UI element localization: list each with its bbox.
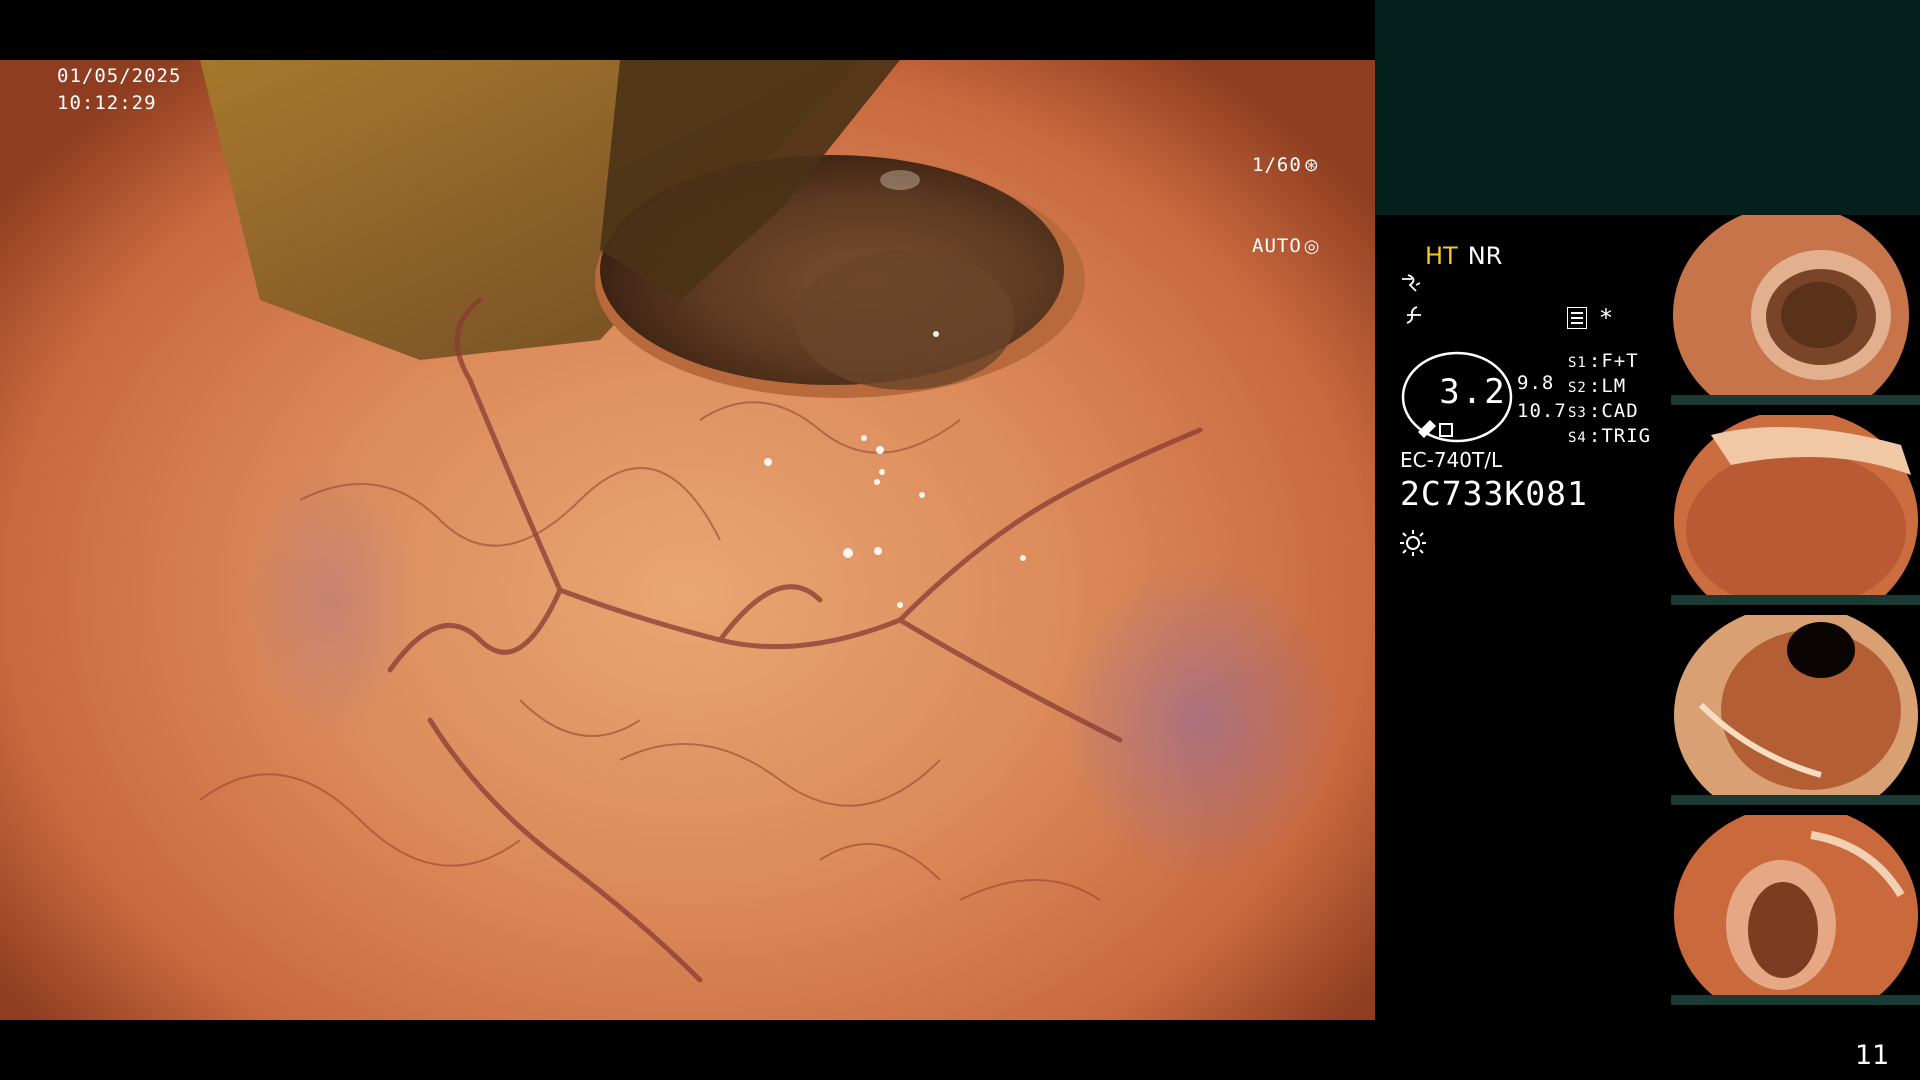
date-text: 01/05/2025 bbox=[57, 65, 182, 87]
settings-icon bbox=[1567, 307, 1587, 329]
exposure-info: 1/60 ⊛ AUTO ◎ bbox=[1252, 98, 1320, 287]
brightness-icon bbox=[1398, 528, 1428, 562]
captured-thumbnail-1[interactable] bbox=[1671, 215, 1920, 405]
enhancement-icon bbox=[1400, 273, 1424, 301]
noise-reduction-icon bbox=[1403, 303, 1425, 331]
shutter-speed: 1/60 bbox=[1252, 154, 1302, 176]
switch-slot-4: S4:TRIG bbox=[1568, 425, 1652, 447]
time-text: 10:12:29 bbox=[57, 92, 157, 114]
asterisk-icon: * bbox=[1600, 304, 1612, 332]
shutter-icon: ⊛ bbox=[1303, 155, 1320, 176]
captured-thumbnail-2[interactable] bbox=[1671, 415, 1920, 605]
mode-ht-label: HT bbox=[1425, 242, 1458, 270]
value-upper: 9.8 bbox=[1517, 372, 1555, 394]
page-number: 11 bbox=[1855, 1040, 1890, 1071]
endoscopic-main-view bbox=[0, 0, 1375, 1080]
mode-indicators: HT NR bbox=[1425, 242, 1502, 270]
value-lower: 10.7 bbox=[1517, 400, 1567, 422]
info-panel-top bbox=[1375, 0, 1920, 215]
colon-mucosa-image bbox=[0, 60, 1375, 1020]
shutter-row: 1/60 ⊛ bbox=[1252, 152, 1320, 179]
exposure-row: AUTO ◎ bbox=[1252, 233, 1320, 260]
timestamp: 01/05/2025 10:12:29 bbox=[57, 63, 181, 117]
exposure-mode: AUTO bbox=[1252, 235, 1302, 257]
ratio-value: 3.2 bbox=[1439, 372, 1507, 412]
scope-model: EC-740T/L bbox=[1400, 448, 1503, 472]
mode-nr-label: NR bbox=[1467, 242, 1503, 270]
captured-thumbnail-3[interactable] bbox=[1671, 615, 1920, 805]
auto-iris-icon: ◎ bbox=[1303, 236, 1321, 257]
captured-thumbnail-4[interactable] bbox=[1671, 815, 1920, 1005]
scope-serial: 2C733K081 bbox=[1400, 474, 1588, 513]
